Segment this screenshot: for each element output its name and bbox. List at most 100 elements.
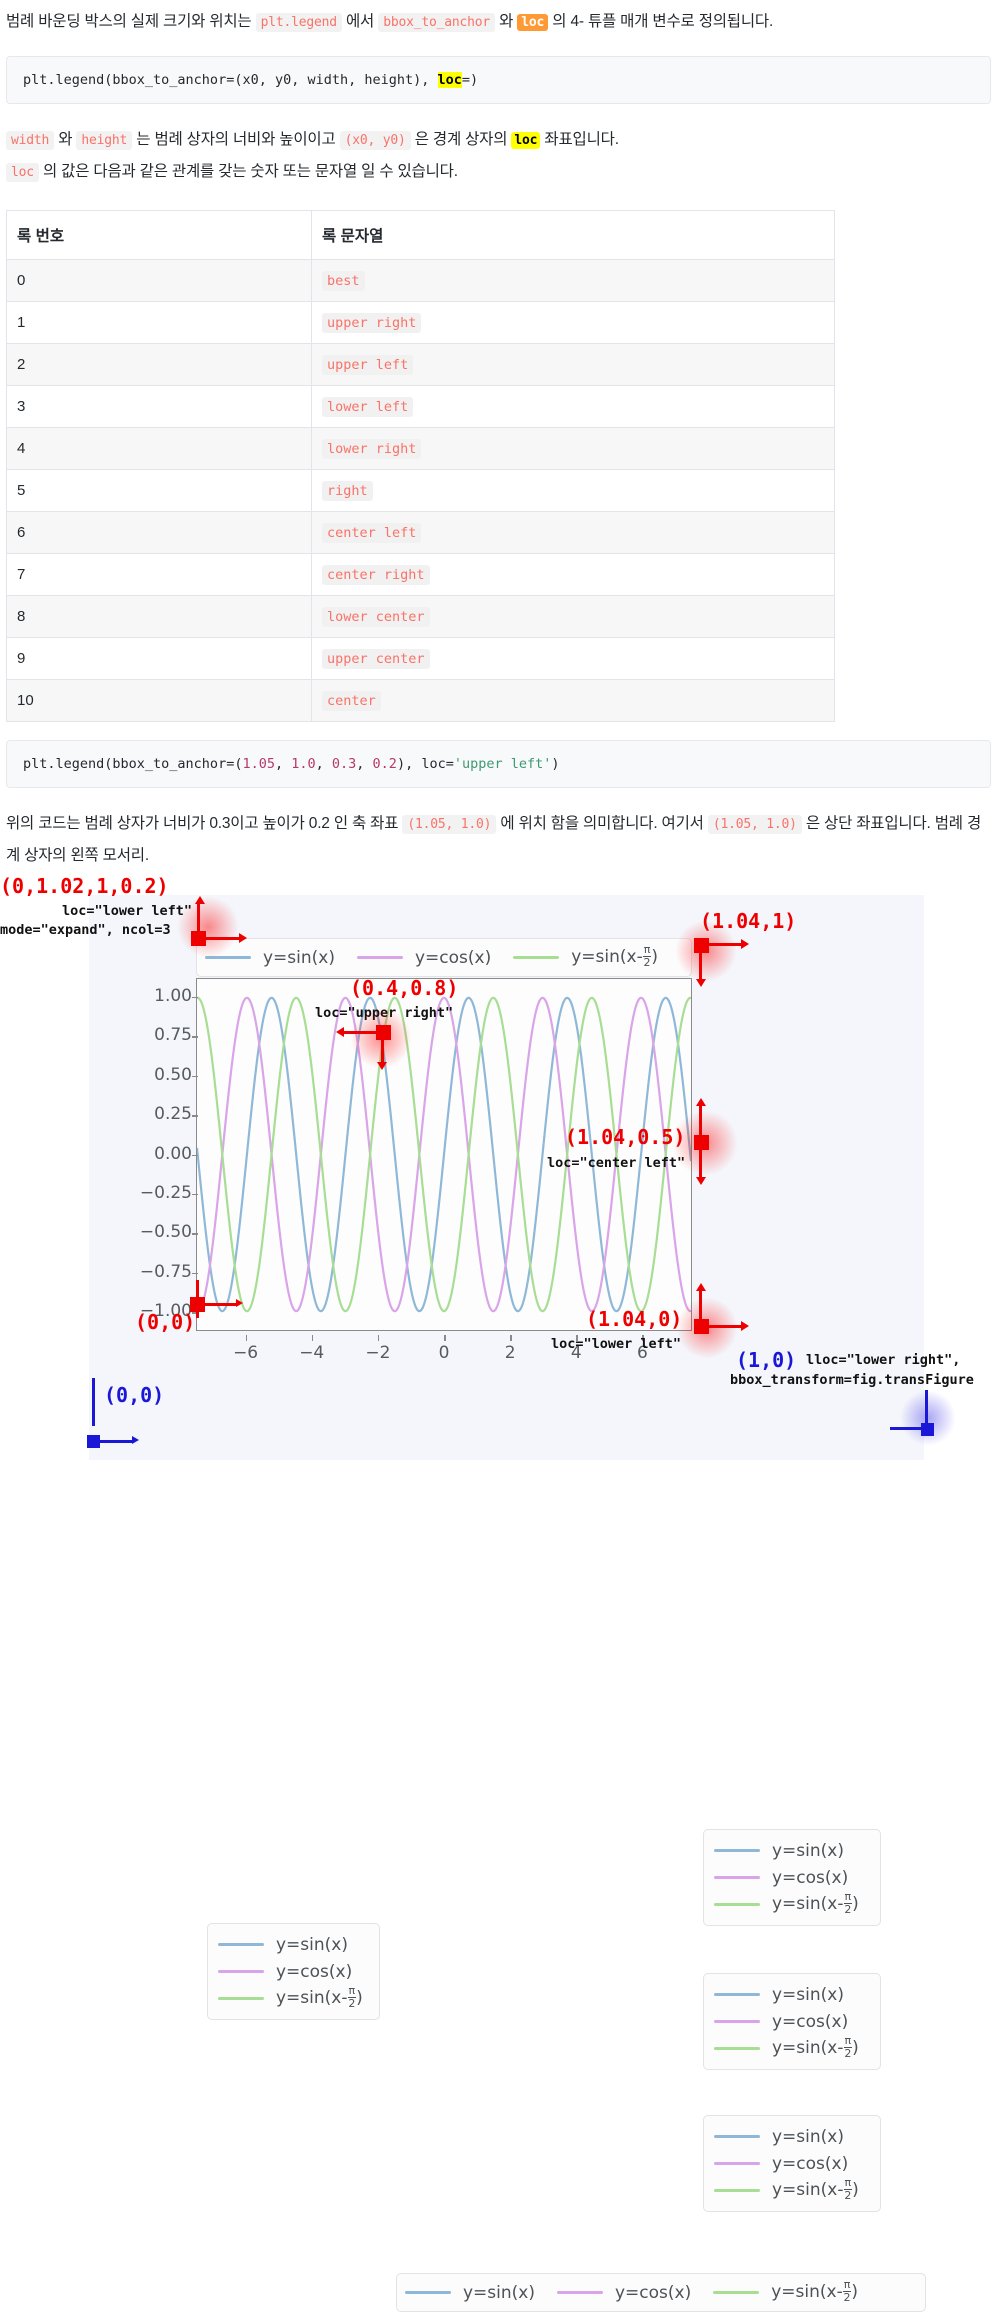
cell-loc-number: 2 bbox=[6, 343, 312, 386]
table-row: 4 lower right bbox=[6, 427, 835, 470]
legend-top-expand[interactable]: y=sin(x) y=cos(x) y=sin(x-π 2) bbox=[196, 938, 692, 977]
arrowhead-a1-up bbox=[195, 896, 205, 904]
legend-label-sin: y=sin(x) bbox=[276, 1934, 348, 1955]
cell-loc-string-code: center bbox=[322, 691, 381, 711]
y-tick-label: 0.75 bbox=[154, 1025, 192, 1046]
cb2-end: ) bbox=[551, 756, 560, 772]
legend-entry-shift: y=sin(x-π 2) bbox=[713, 2279, 858, 2306]
legend-swatch-shift bbox=[714, 2047, 760, 2050]
legend-entry-cos: y=cos(x) bbox=[556, 2279, 691, 2306]
legend-label-sin: y=sin(x) bbox=[772, 2126, 844, 2147]
paragraph-4: 위의 코드는 범례 상자가 너비가 0.3이고 높이가 0.2 인 축 좌표 (… bbox=[6, 808, 991, 871]
frac-den: 2 bbox=[844, 1903, 852, 1916]
annotation-coord-0-0-red: (0,0) bbox=[135, 1310, 196, 1334]
cell-loc-number: 8 bbox=[6, 595, 312, 638]
shift-pre: y=sin(x- bbox=[771, 2282, 843, 2303]
legend-swatch-sin bbox=[205, 956, 251, 959]
y-tick-mark bbox=[192, 1075, 198, 1078]
anchor-point-a5 bbox=[694, 1319, 709, 1334]
legend-label-cos: y=cos(x) bbox=[772, 2153, 849, 2174]
shift-post: ) bbox=[851, 2282, 858, 2303]
table-header-row: 록 번호 록 문자열 bbox=[6, 210, 835, 260]
legend-swatch-shift bbox=[713, 2291, 760, 2294]
legend-entry-cos: y=cos(x) bbox=[714, 2150, 870, 2177]
legend-right-center-left[interactable]: y=sin(x) y=cos(x) y=sin(x-π 2) bbox=[703, 1973, 881, 2070]
legend-swatch-cos bbox=[218, 1970, 264, 1973]
code-loc-3: loc bbox=[6, 163, 39, 182]
annotation-coord-1-04-1: (1.04,1) bbox=[700, 909, 797, 933]
paragraph-4-text-a: 위의 코드는 범례 상자가 너비가 0.3이고 높이가 0.2 인 축 좌표 bbox=[6, 815, 403, 832]
anchor-point-a1 bbox=[191, 931, 206, 946]
x-tick-label: −6 bbox=[233, 1343, 259, 1363]
table-body: 0 best 1 upper right 2 upper left 3 lower left 4… bbox=[6, 259, 835, 722]
table-row: 2 upper left bbox=[6, 343, 835, 386]
anchor-point-a4 bbox=[694, 1135, 709, 1150]
annotation-coord-0-4-0-8: (0.4,0.8) bbox=[350, 976, 459, 1000]
cell-loc-string-code: center left bbox=[322, 523, 422, 543]
cb2-a: plt.legend(bbox_to_anchor=( bbox=[23, 756, 243, 772]
pi-over-2-fraction: π2 bbox=[843, 1890, 853, 1916]
cell-loc-number: 6 bbox=[6, 511, 312, 554]
cell-loc-string: upper center bbox=[311, 637, 835, 680]
anchor-point-a7 bbox=[921, 1423, 934, 1436]
shift-post: ) bbox=[852, 2180, 859, 2201]
arrowhead-a1-right bbox=[239, 933, 247, 943]
code-block-2: plt.legend(bbox_to_anchor=(1.05, 1.0, 0.… bbox=[6, 740, 991, 788]
paragraph-4-text-b: 에 위치 함을 의미합니다. 여기서 bbox=[496, 815, 708, 832]
legend-entry-shift: y=sin(x-π 2) bbox=[513, 944, 658, 971]
anchor-point-a3 bbox=[376, 1025, 391, 1040]
legend-figure-lower-right[interactable]: y=sin(x) y=cos(x) y=sin(x-π 2) bbox=[396, 2273, 926, 2312]
cb2-n1: 1.05 bbox=[242, 756, 275, 772]
code-bbox-to-anchor: bbox_to_anchor bbox=[378, 13, 496, 32]
pi-over-2-fraction: π2 bbox=[842, 2279, 852, 2303]
code-block-1-pre: plt.legend(bbox_to_anchor=(x0, y0, width… bbox=[23, 72, 438, 88]
frac-den: 2 bbox=[844, 2189, 852, 2202]
legend-swatch-shift bbox=[714, 1903, 760, 1906]
arrowhead-a5-up bbox=[696, 1283, 706, 1291]
legend-entry-sin: y=sin(x) bbox=[714, 1837, 870, 1864]
table-row: 10 center bbox=[6, 679, 835, 722]
legend-label-shift: y=sin(x-π 2) bbox=[772, 2177, 859, 2202]
code-block-1-post: =) bbox=[461, 72, 479, 88]
cell-loc-number: 3 bbox=[6, 385, 312, 428]
paragraph-1-text-a: 범례 바운딩 박스의 실제 크기와 위치는 bbox=[6, 13, 256, 30]
cell-loc-string: center left bbox=[311, 511, 835, 554]
cell-loc-number: 9 bbox=[6, 637, 312, 680]
legend-swatch-cos bbox=[714, 2162, 760, 2165]
paragraph-1-text-c: 와 bbox=[495, 13, 518, 30]
legend-entry-shift: y=sin(x-π 2) bbox=[714, 1891, 870, 1918]
legend-entry-shift: y=sin(x-π 2) bbox=[218, 1985, 369, 2012]
table-row: 8 lower center bbox=[6, 595, 835, 638]
arrow-a8-v bbox=[92, 1378, 95, 1426]
paragraph-3-text: 의 값은 다음과 같은 관계를 갖는 숫자 또는 문자열 일 수 있습니다. bbox=[38, 163, 458, 180]
cell-loc-string-code: lower left bbox=[322, 397, 414, 417]
frac-num: π bbox=[843, 1890, 853, 1904]
arrowhead-a2-down bbox=[696, 979, 706, 987]
legend-label-cos: y=cos(x) bbox=[276, 1961, 353, 1982]
legend-label-cos: y=cos(x) bbox=[772, 1867, 849, 1888]
paragraph-3: loc 의 값은 다음과 같은 관계를 갖는 숫자 또는 문자열 일 수 있습니… bbox=[6, 156, 991, 188]
cb2-c3: , bbox=[356, 756, 373, 772]
pi-over-2-fraction: π2 bbox=[642, 944, 652, 968]
y-tick-label: −0.25 bbox=[139, 1182, 192, 1203]
code-plt-legend: plt.legend bbox=[255, 13, 342, 32]
arrowhead-a4-up bbox=[696, 1098, 706, 1106]
code-coord-2: (1.05, 1.0) bbox=[707, 815, 802, 834]
x-tick-label: 2 bbox=[504, 1343, 516, 1363]
legend-entry-cos: y=cos(x) bbox=[218, 1958, 369, 1985]
code-block-1-highlight: loc bbox=[437, 72, 462, 88]
legend-right-lower-left[interactable]: y=sin(x) y=cos(x) y=sin(x-π 2) bbox=[703, 2115, 881, 2212]
shift-pre: y=sin(x- bbox=[772, 2038, 844, 2059]
legend-inner-upper-right[interactable]: y=sin(x) y=cos(x) y=sin(x-π 2) bbox=[207, 1923, 380, 2020]
legend-label-sin: y=sin(x) bbox=[263, 947, 335, 968]
legend-swatch-cos bbox=[556, 2291, 603, 2294]
annotation-sub-center-left: loc="center left" bbox=[547, 1155, 686, 1171]
cb2-c2: , bbox=[315, 756, 332, 772]
cell-loc-number: 7 bbox=[6, 553, 312, 596]
y-tick-label: −0.50 bbox=[139, 1222, 192, 1243]
table-row: 0 best bbox=[6, 259, 835, 302]
cell-loc-string: lower right bbox=[311, 427, 835, 470]
legend-entry-sin: y=sin(x) bbox=[405, 2279, 535, 2306]
x-tick-label: 0 bbox=[438, 1343, 450, 1363]
legend-right-upper-left[interactable]: y=sin(x) y=cos(x) y=sin(x-π 2) bbox=[703, 1829, 881, 1926]
